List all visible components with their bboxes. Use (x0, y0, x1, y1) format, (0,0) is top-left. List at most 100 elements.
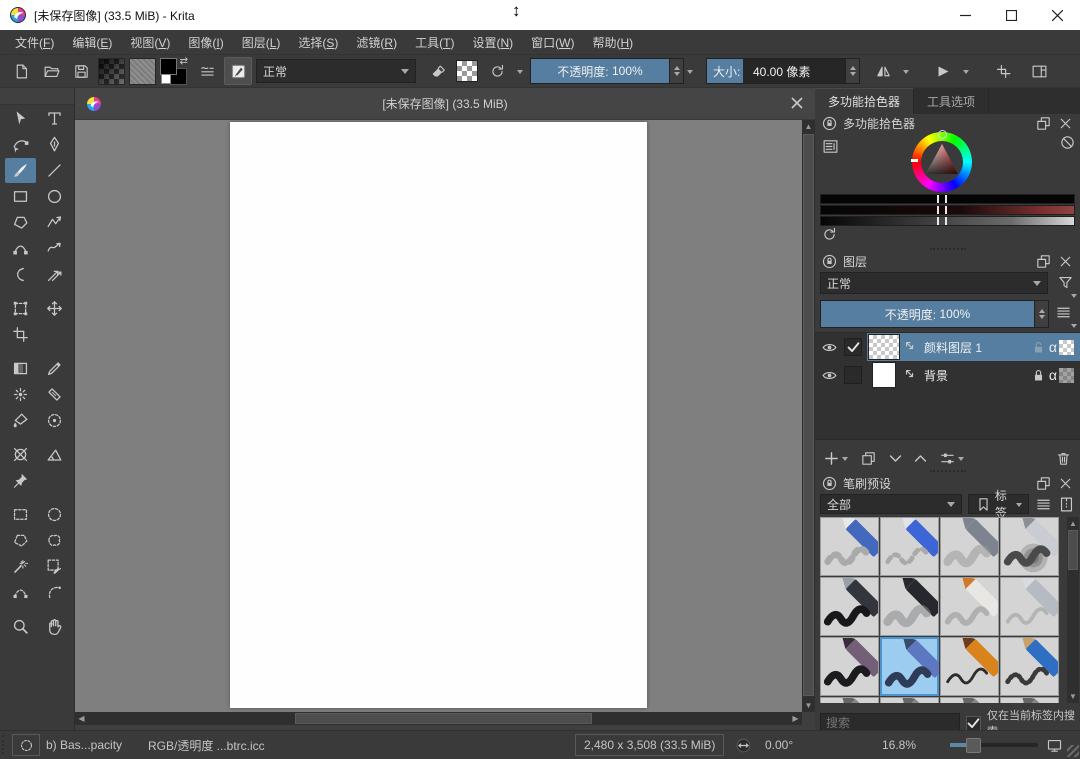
layer-thumbnail[interactable] (872, 362, 896, 388)
brush-filter-dropdown[interactable]: 全部 (820, 494, 962, 514)
layer-locked-icon[interactable] (1030, 367, 1047, 384)
magnetic-select-tool[interactable] (39, 580, 70, 605)
brush-preset-brush-preset-14[interactable] (880, 697, 939, 703)
freehand-select-tool[interactable] (39, 528, 70, 553)
layer-options-icon[interactable] (1055, 304, 1072, 321)
gradient-tool[interactable] (5, 356, 36, 381)
colorize-mask-tool[interactable] (5, 382, 36, 407)
line-tool[interactable] (39, 158, 70, 183)
wrap-dropdown[interactable] (960, 59, 972, 83)
vertical-scrollbar[interactable]: ▲ ▼ (802, 120, 815, 712)
menu-e[interactable]: 编辑(E) (63, 34, 121, 51)
choose-workspace-button[interactable] (1026, 58, 1052, 84)
docker-lock-icon[interactable] (821, 115, 838, 132)
bezier-tool[interactable] (5, 236, 36, 261)
freehand-path-tool[interactable] (39, 236, 70, 261)
eraser-mode-button[interactable] (424, 58, 450, 84)
layer-opacity-slider[interactable]: 不透明度: 100% (820, 300, 1035, 328)
menu-r[interactable]: 滤镜(R) (347, 34, 406, 51)
image-size[interactable]: 2,480 x 3,508 (33.5 MiB) (575, 731, 724, 759)
edit-shapes-tool[interactable] (5, 132, 36, 157)
layer-name[interactable]: 背景 (924, 367, 948, 384)
scroll-right-icon[interactable]: ▶ (789, 712, 802, 725)
similar-select-tool[interactable] (39, 554, 70, 579)
float-docker-icon[interactable] (1035, 475, 1052, 492)
brush-preset-airbrush-pen[interactable] (1000, 517, 1059, 576)
scroll-down-icon[interactable]: ▼ (802, 699, 815, 712)
menu-h[interactable]: 帮助(H) (583, 34, 642, 51)
polyline-tool[interactable] (39, 210, 70, 235)
docker-lock-icon[interactable] (821, 253, 838, 270)
choose-brush-preset-button[interactable] (194, 58, 220, 84)
measure-tool[interactable] (39, 442, 70, 467)
ellipse-select-tool[interactable] (39, 502, 70, 527)
color-wheel[interactable] (912, 132, 972, 192)
mirror-horizontal-button[interactable] (870, 58, 896, 84)
menu-v[interactable]: 视图(V) (121, 34, 179, 51)
menu-w[interactable]: 窗口(W) (522, 34, 583, 51)
move-layer-up-button[interactable] (912, 450, 929, 467)
bezier-select-tool[interactable] (5, 580, 36, 605)
scroll-left-icon[interactable]: ◀ (75, 712, 88, 725)
swap-colors-icon[interactable]: ⇄ (180, 56, 188, 67)
gradient-chooser[interactable] (98, 58, 125, 85)
shade-bar-1[interactable] (820, 194, 1075, 204)
new-document-button[interactable] (8, 58, 34, 84)
tag-button[interactable]: 标签 (968, 494, 1029, 514)
inherit-alpha-icon[interactable] (1059, 340, 1074, 355)
brush-preset-soft-pencil[interactable] (880, 577, 939, 636)
float-docker-icon[interactable] (1035, 253, 1052, 270)
move-tool[interactable] (39, 296, 70, 321)
brush-preset-brush-preset-13[interactable] (820, 697, 879, 703)
polygon-tool[interactable] (5, 210, 36, 235)
brush-scrollbar[interactable]: ▲ ▼ (1067, 517, 1079, 703)
layer-checkbox[interactable] (844, 338, 862, 356)
smart-patch-tool[interactable] (39, 382, 70, 407)
reference-images-tool[interactable] (5, 468, 36, 493)
selector-settings-icon[interactable] (822, 138, 839, 155)
move-layer-down-button[interactable] (887, 450, 904, 467)
brush-preset-eraser-marker[interactable] (880, 517, 939, 576)
menu-n[interactable]: 设置(N) (463, 34, 522, 51)
tab-advanced-color-selector[interactable]: 多功能拾色器 (815, 88, 914, 114)
layer-opacity-spinner[interactable] (1035, 300, 1049, 328)
layer-blend-mode-dropdown[interactable]: 正常 (820, 272, 1048, 294)
no-color-icon[interactable] (1059, 134, 1076, 151)
close-docker-icon[interactable] (1057, 115, 1074, 132)
canvas-viewport[interactable] (75, 120, 802, 712)
maximize-button[interactable] (988, 0, 1034, 30)
brush-preset-blue-pencil[interactable] (1000, 637, 1059, 696)
zoom-slider-handle[interactable] (966, 738, 981, 753)
layer-filter-caret[interactable] (1071, 294, 1077, 301)
preserve-alpha-button[interactable] (454, 58, 480, 84)
wrap-around-button[interactable] (930, 58, 956, 84)
brush-preset-brush-preset-16[interactable] (1000, 697, 1059, 703)
layer-alpha-icon[interactable]: α (1049, 339, 1057, 355)
fill-tool[interactable] (5, 408, 36, 433)
fit-to-screen-icon[interactable] (1046, 731, 1063, 759)
reload-preset-button[interactable] (484, 58, 510, 84)
transform-tool[interactable] (5, 296, 36, 321)
pan-tool[interactable] (39, 614, 70, 639)
brush-size-slider[interactable]: 大小: 40.00 像素 (706, 58, 846, 84)
layer-name[interactable]: 颜料图层 1 (924, 339, 982, 356)
enclose-fill-tool[interactable] (39, 408, 70, 433)
search-tag-checkbox[interactable] (966, 716, 981, 731)
color-sampler-tool[interactable] (39, 356, 70, 381)
window-resize-grip[interactable] (1067, 745, 1079, 757)
color-profile[interactable]: RGB/透明度 ...btrc.icc (148, 731, 265, 759)
close-docker-icon[interactable] (1057, 475, 1074, 492)
layer-visible-icon[interactable] (821, 339, 838, 356)
zoom-slider[interactable] (950, 731, 1038, 759)
layer-filter-icon[interactable] (1057, 274, 1074, 291)
menu-l[interactable]: 图层(L) (233, 34, 290, 51)
select-tool[interactable] (5, 106, 36, 131)
brush-preset-basic-brush[interactable] (880, 637, 939, 696)
scroll-up-icon[interactable]: ▲ (802, 120, 815, 133)
multibrush-tool[interactable] (39, 262, 70, 287)
size-spinner[interactable] (846, 58, 860, 84)
scroll-down-icon[interactable]: ▼ (1067, 690, 1079, 703)
rect-select-tool[interactable] (5, 502, 36, 527)
save-button[interactable] (68, 58, 94, 84)
brush-view-menu-icon[interactable] (1035, 496, 1052, 513)
